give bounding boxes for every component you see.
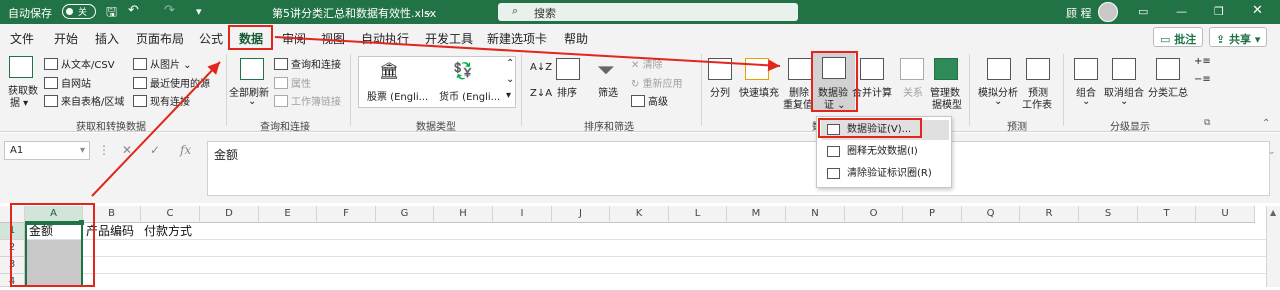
annotation-arrows <box>91 36 781 197</box>
annotation-arrow <box>274 36 781 72</box>
annotation-arrow <box>91 61 221 197</box>
